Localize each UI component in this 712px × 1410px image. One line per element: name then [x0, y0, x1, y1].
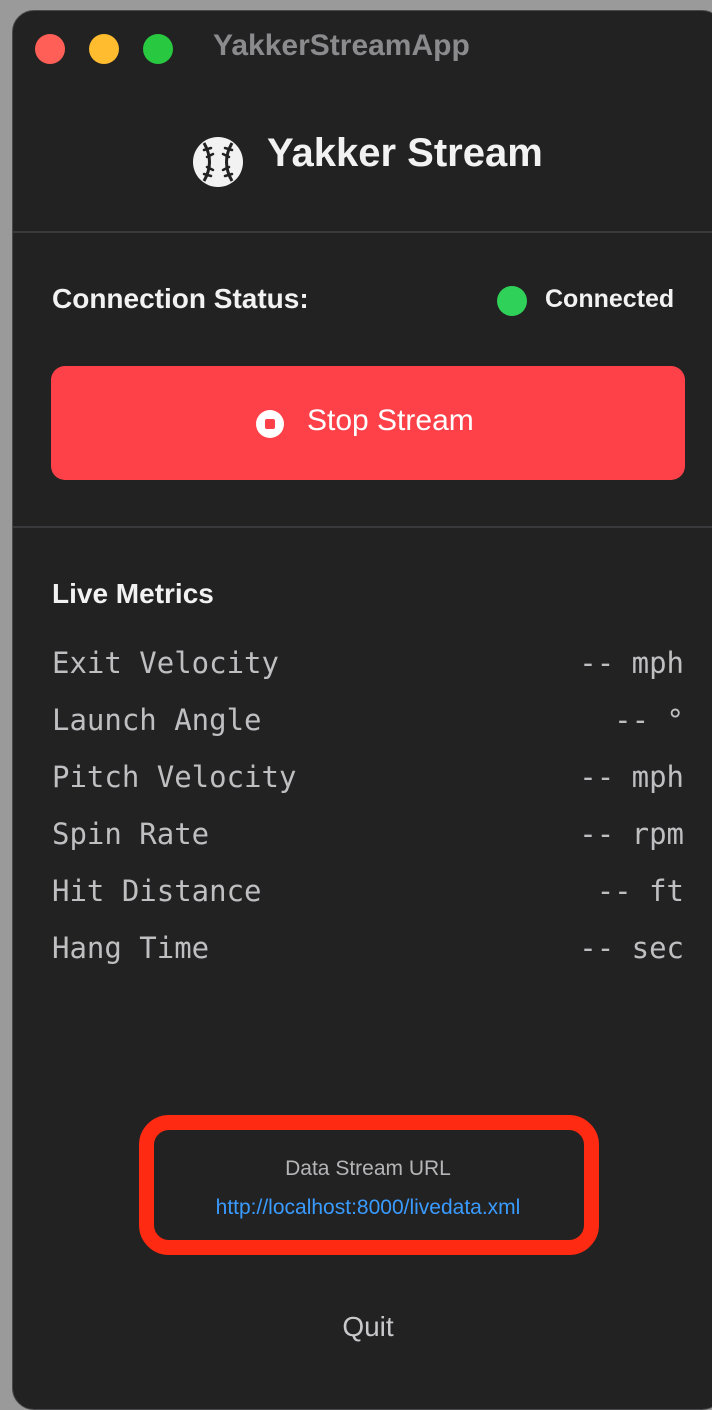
section-divider — [13, 526, 712, 528]
metric-value: -- mph — [579, 646, 684, 680]
baseball-icon — [193, 137, 243, 187]
quit-button[interactable]: Quit — [13, 1311, 712, 1343]
metric-value: -- ° — [614, 703, 684, 737]
metric-row-hang-time: Hang Time -- sec — [52, 931, 684, 971]
metric-row-spin-rate: Spin Rate -- rpm — [52, 817, 684, 857]
stop-stream-label: Stop Stream — [307, 404, 474, 437]
data-stream-url-label: Data Stream URL — [285, 1157, 451, 1180]
metric-name: Hit Distance — [52, 874, 262, 908]
zoom-window-button[interactable] — [143, 34, 173, 64]
metric-row-hit-distance: Hit Distance -- ft — [52, 874, 684, 914]
connection-status-value: Connected — [545, 285, 675, 313]
metric-value: -- sec — [579, 931, 684, 965]
metric-name: Spin Rate — [52, 817, 210, 851]
metric-name: Exit Velocity — [52, 646, 279, 680]
metric-value: -- mph — [579, 760, 684, 794]
app-window: YakkerStreamApp Yakker Stream Connection… — [12, 10, 712, 1410]
metric-row-exit-velocity: Exit Velocity -- mph — [52, 646, 684, 686]
app-header: Yakker Stream — [13, 87, 712, 233]
close-window-button[interactable] — [35, 34, 65, 64]
metric-row-launch-angle: Launch Angle -- ° — [52, 703, 684, 743]
metric-name: Hang Time — [52, 931, 210, 965]
stop-circle-icon — [256, 410, 284, 438]
window-title: YakkerStreamApp — [213, 29, 470, 62]
data-stream-url-link[interactable]: http://localhost:8000/livedata.xml — [13, 1196, 712, 1220]
app-title: Yakker Stream — [267, 131, 543, 175]
stop-stream-button[interactable]: Stop Stream — [51, 366, 685, 480]
live-metrics-title: Live Metrics — [52, 578, 214, 609]
connection-status-label: Connection Status: — [52, 283, 309, 314]
minimize-window-button[interactable] — [89, 34, 119, 64]
status-indicator-icon — [497, 286, 527, 316]
metric-row-pitch-velocity: Pitch Velocity -- mph — [52, 760, 684, 800]
title-bar: YakkerStreamApp — [13, 11, 712, 87]
metric-name: Pitch Velocity — [52, 760, 297, 794]
metric-value: -- ft — [596, 874, 684, 908]
url-highlight-box — [139, 1115, 599, 1255]
metric-name: Launch Angle — [52, 703, 262, 737]
metric-value: -- rpm — [579, 817, 684, 851]
